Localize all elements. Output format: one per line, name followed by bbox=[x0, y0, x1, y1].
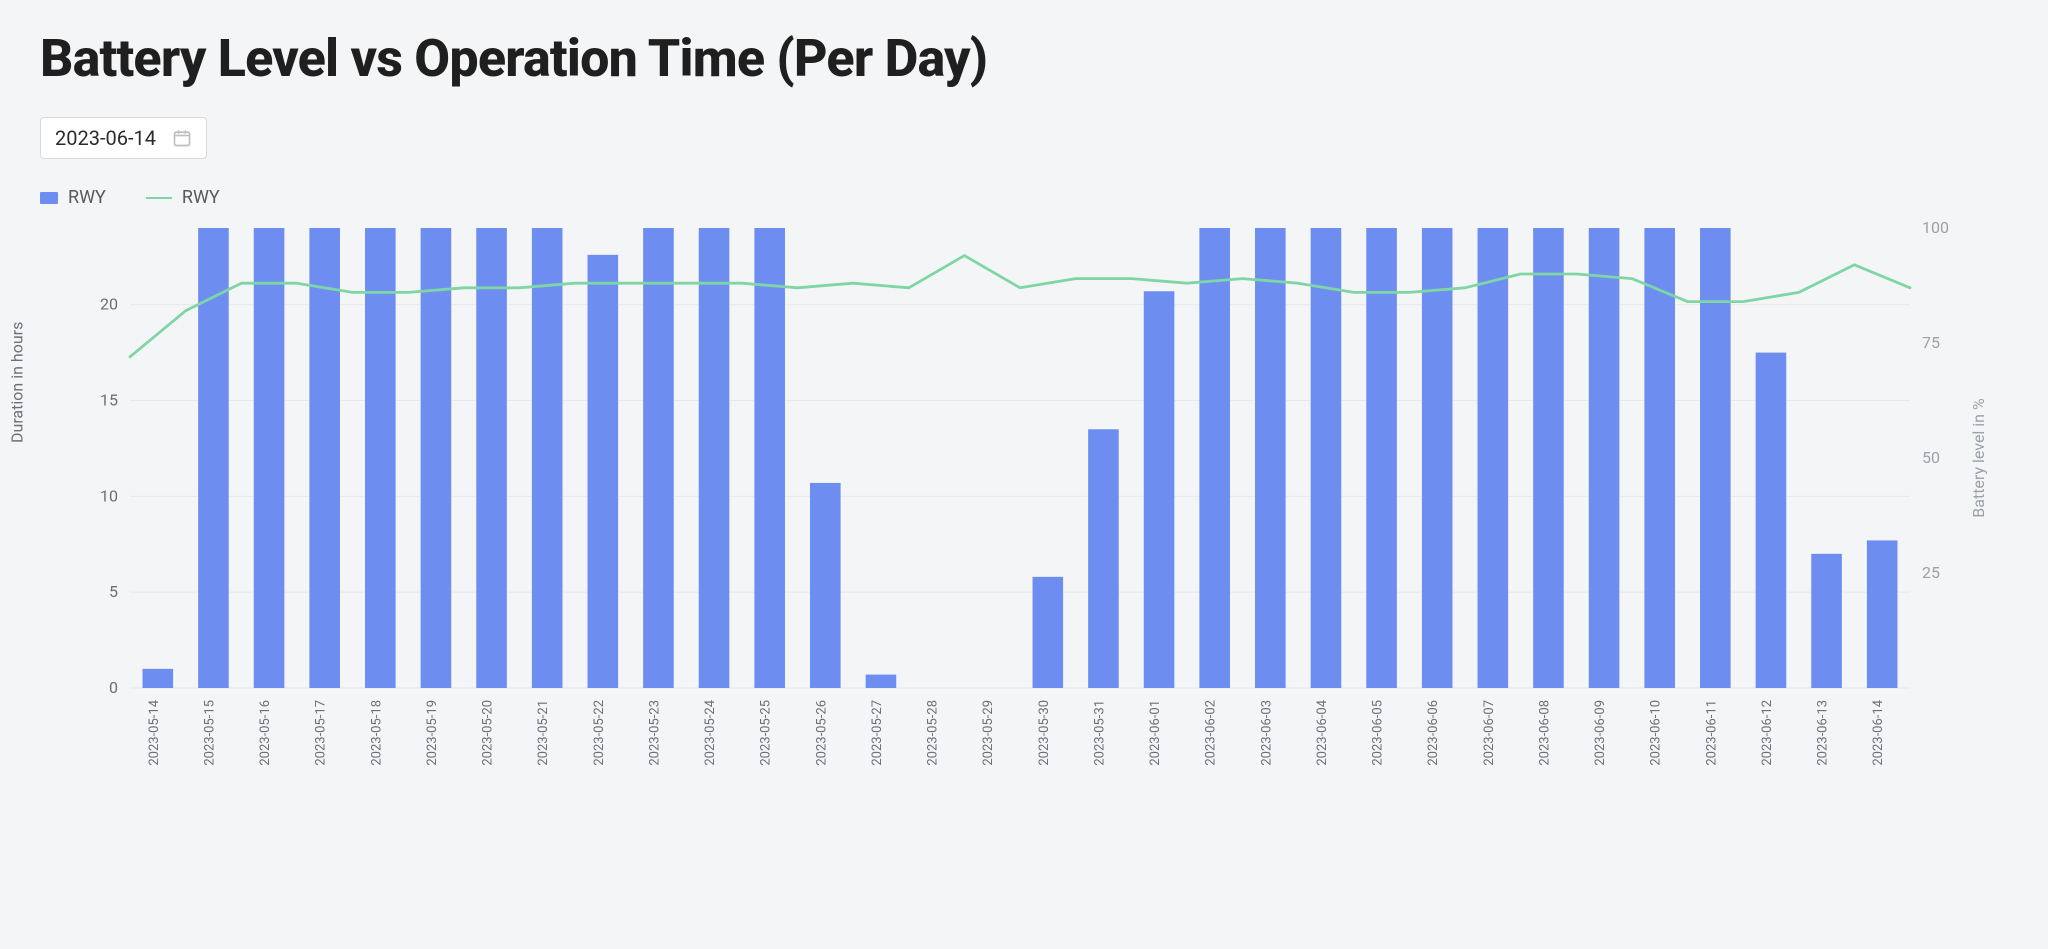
svg-text:100: 100 bbox=[1922, 218, 1949, 237]
x-tick-label: 2023-05-28 bbox=[926, 700, 941, 766]
x-tick-label: 2023-06-12 bbox=[1760, 700, 1775, 766]
y-axis-left-label: Duration in hours bbox=[7, 322, 26, 443]
svg-text:10: 10 bbox=[100, 486, 118, 505]
bar bbox=[810, 483, 841, 688]
bar bbox=[1366, 228, 1397, 688]
bar bbox=[754, 228, 785, 688]
bar bbox=[1311, 228, 1342, 688]
bar bbox=[699, 228, 730, 688]
y-axis-right-label: Battery level in % bbox=[1969, 398, 1988, 518]
bar bbox=[421, 228, 452, 688]
svg-text:25: 25 bbox=[1922, 563, 1940, 582]
dashboard-panel: Battery Level vs Operation Time (Per Day… bbox=[0, 0, 2048, 802]
bar bbox=[532, 228, 563, 688]
bar bbox=[254, 228, 285, 688]
svg-text:0: 0 bbox=[109, 678, 118, 697]
x-tick-label: 2023-05-21 bbox=[536, 700, 551, 766]
bar bbox=[1255, 228, 1286, 688]
x-tick-label: 2023-06-06 bbox=[1426, 700, 1441, 766]
legend-label-line: RWY bbox=[182, 187, 220, 208]
x-tick-label: 2023-05-15 bbox=[202, 700, 217, 766]
bar bbox=[1422, 228, 1453, 688]
chart-area: 0 5 10 15 20 25 50 75 100 2023-05-14 2023-05-15 202… bbox=[40, 218, 2000, 778]
bar bbox=[143, 669, 174, 688]
x-tick-label: 2023-05-25 bbox=[759, 700, 774, 766]
bar bbox=[643, 228, 674, 688]
x-tick-label: 2023-05-29 bbox=[981, 700, 996, 766]
bar bbox=[1700, 228, 1731, 688]
x-tick-label: 2023-05-26 bbox=[814, 700, 829, 766]
legend-swatch-line bbox=[146, 197, 172, 199]
x-tick-label: 2023-05-23 bbox=[647, 700, 662, 766]
chart-title: Battery Level vs Operation Time (Per Day… bbox=[40, 28, 2008, 89]
legend-swatch-bar bbox=[40, 192, 58, 204]
chart-legend: RWY RWY bbox=[40, 187, 2008, 208]
bar bbox=[365, 228, 396, 688]
legend-label-bar: RWY bbox=[68, 187, 106, 208]
svg-text:75: 75 bbox=[1922, 333, 1940, 352]
x-tick-label: 2023-05-16 bbox=[258, 700, 273, 766]
bar bbox=[588, 255, 619, 688]
x-tick-label: 2023-06-08 bbox=[1537, 700, 1552, 766]
svg-text:20: 20 bbox=[100, 295, 118, 314]
x-tick-label: 2023-05-17 bbox=[314, 700, 329, 766]
x-tick-label: 2023-06-01 bbox=[1148, 700, 1163, 766]
x-tick-label: 2023-06-02 bbox=[1204, 700, 1219, 766]
bar bbox=[476, 228, 507, 688]
x-tick-label: 2023-05-24 bbox=[703, 699, 718, 765]
x-tick-label: 2023-05-20 bbox=[481, 700, 496, 766]
x-tick-label: 2023-05-18 bbox=[369, 700, 384, 766]
x-tick-label: 2023-05-19 bbox=[425, 700, 440, 766]
x-tick-label: 2023-06-14 bbox=[1871, 699, 1886, 765]
bar bbox=[1033, 577, 1064, 688]
svg-text:15: 15 bbox=[100, 391, 118, 410]
bar bbox=[1644, 228, 1675, 688]
bar bbox=[1867, 540, 1898, 688]
bar bbox=[1756, 353, 1787, 688]
x-tick-label: 2023-06-04 bbox=[1315, 699, 1330, 765]
x-tick-label: 2023-06-10 bbox=[1649, 700, 1664, 766]
chart-svg: 0 5 10 15 20 25 50 75 100 2023-05-14 2023-05-15 202… bbox=[40, 218, 2000, 778]
svg-text:5: 5 bbox=[109, 582, 118, 601]
bar bbox=[309, 228, 340, 688]
x-tick-label: 2023-06-07 bbox=[1482, 700, 1497, 766]
x-tick-label: 2023-06-11 bbox=[1704, 700, 1719, 766]
bar bbox=[1589, 228, 1620, 688]
legend-item-line[interactable]: RWY bbox=[146, 187, 220, 208]
calendar-icon bbox=[172, 128, 192, 148]
x-tick-label: 2023-05-31 bbox=[1092, 700, 1107, 766]
legend-item-bar[interactable]: RWY bbox=[40, 187, 106, 208]
bar bbox=[1478, 228, 1509, 688]
x-tick-label: 2023-06-09 bbox=[1593, 700, 1608, 766]
x-tick-label: 2023-05-30 bbox=[1037, 700, 1052, 766]
x-tick-label: 2023-05-27 bbox=[870, 700, 885, 766]
bar bbox=[1144, 291, 1175, 688]
date-picker[interactable]: 2023-06-14 bbox=[40, 117, 207, 159]
battery-line bbox=[130, 256, 1910, 357]
x-tick-label: 2023-05-22 bbox=[592, 700, 607, 766]
x-tick-label: 2023-06-05 bbox=[1371, 700, 1386, 766]
x-tick-label: 2023-06-13 bbox=[1816, 700, 1831, 766]
bar bbox=[866, 675, 897, 688]
date-picker-value: 2023-06-14 bbox=[55, 126, 156, 150]
svg-text:50: 50 bbox=[1922, 448, 1940, 467]
x-tick-label: 2023-06-03 bbox=[1259, 700, 1274, 766]
bar bbox=[1811, 554, 1842, 688]
bar bbox=[1199, 228, 1230, 688]
x-tick-label: 2023-05-14 bbox=[147, 699, 162, 765]
bar bbox=[1533, 228, 1564, 688]
bar bbox=[1088, 429, 1119, 688]
